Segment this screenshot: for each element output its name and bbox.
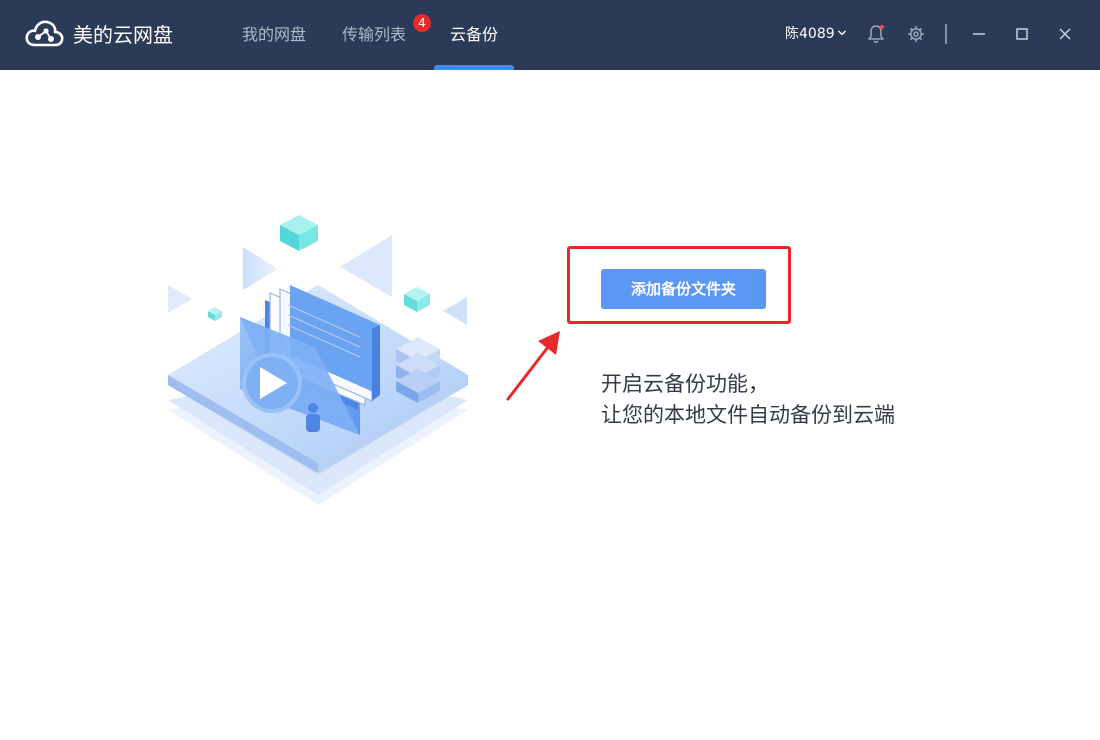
cloud-logo-icon	[25, 20, 64, 47]
chevron-down-icon[interactable]	[837, 28, 847, 38]
bell-icon[interactable]	[866, 23, 886, 45]
transfer-count-badge: 4	[413, 14, 431, 32]
user-menu[interactable]: 陈4089	[785, 24, 835, 44]
tab-my-drive[interactable]: 我的网盘	[242, 24, 306, 46]
toolbar-divider	[945, 24, 947, 44]
maximize-icon[interactable]	[1013, 24, 1031, 44]
active-tab-indicator	[434, 65, 514, 70]
backup-illustration	[168, 215, 468, 505]
close-icon[interactable]	[1056, 24, 1074, 44]
backup-description: 开启云备份功能， 让您的本地文件自动备份到云端	[601, 369, 895, 431]
tab-cloud-backup[interactable]: 云备份	[450, 24, 498, 46]
pointer-arrow-icon	[506, 331, 560, 401]
description-line-2: 让您的本地文件自动备份到云端	[601, 403, 895, 427]
title-bar: 美的云网盘 我的网盘 传输列表 4 云备份 陈4089	[0, 0, 1100, 70]
add-backup-folder-button[interactable]: 添加备份文件夹	[601, 269, 766, 309]
tab-transfer-list[interactable]: 传输列表	[342, 24, 406, 46]
description-line-1: 开启云备份功能，	[601, 372, 769, 396]
app-title: 美的云网盘	[73, 23, 173, 47]
minimize-icon[interactable]	[970, 24, 988, 44]
gear-icon[interactable]	[906, 24, 926, 44]
